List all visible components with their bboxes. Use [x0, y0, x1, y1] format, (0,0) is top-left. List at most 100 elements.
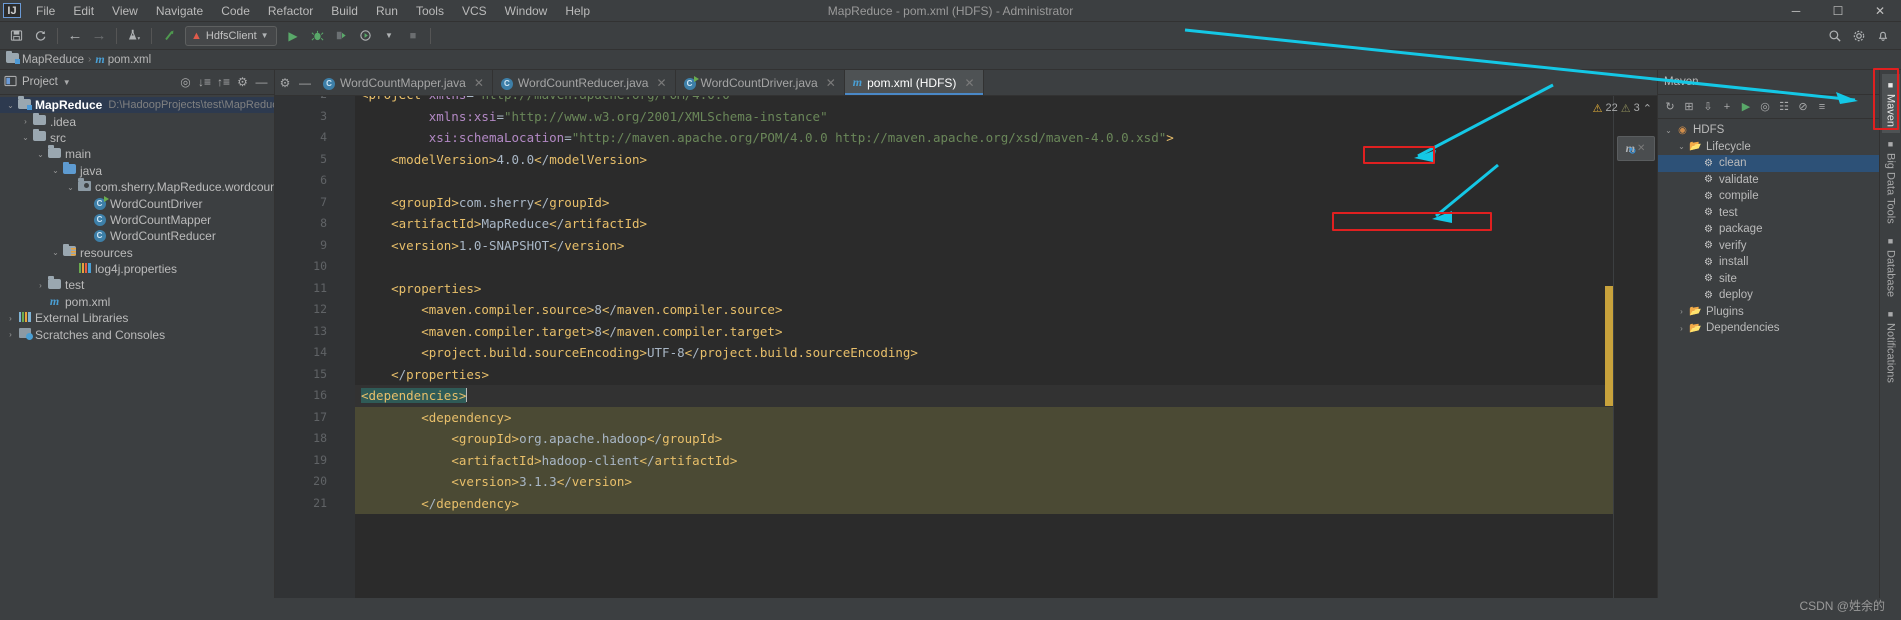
maven-node-test[interactable]: ⚙ test: [1658, 205, 1879, 222]
update-project-icon[interactable]: [158, 25, 180, 47]
chevron-down-icon-profiler[interactable]: ▼: [378, 25, 400, 47]
gutter-line-5[interactable]: 5: [275, 149, 333, 171]
code-line-13[interactable]: <maven.compiler.target>8</maven.compiler…: [355, 321, 1613, 343]
code-line-15[interactable]: </properties>: [355, 364, 1613, 386]
code-line-9[interactable]: <version>1.0-SNAPSHOT</version>: [355, 235, 1613, 257]
run-icon[interactable]: ▶: [1737, 98, 1755, 116]
settings-icon-tabs[interactable]: ⚙: [275, 70, 295, 95]
tool-window-tab-database[interactable]: ■ Database: [1882, 230, 1900, 303]
navigate-forward-icon[interactable]: →: [88, 25, 110, 47]
close-icon-maven-notification[interactable]: ✕: [1637, 143, 1645, 154]
save-all-icon[interactable]: [5, 25, 27, 47]
gutter-line-2[interactable]: 2: [275, 96, 333, 106]
code-line-3[interactable]: xmlns:xsi="http://www.w3.org/2001/XMLSch…: [355, 106, 1613, 128]
gutter-line-18[interactable]: 18: [275, 428, 333, 450]
maven-node-package[interactable]: ⚙ package: [1658, 221, 1879, 238]
code-line-5[interactable]: <modelVersion>4.0.0</modelVersion>: [355, 149, 1613, 171]
editor-tab-wordcountreducer-java[interactable]: C WordCountReducer.java ✕: [493, 70, 676, 95]
code-line-11[interactable]: <properties>: [355, 278, 1613, 300]
maven-node-plugins[interactable]: › 📂 Plugins: [1658, 304, 1879, 321]
project-tree-node-mapreduce[interactable]: ⌄ MapReduce D:\HadoopProjects\test\MapRedu…: [0, 96, 274, 114]
search-icon[interactable]: [1824, 25, 1846, 47]
window-controls[interactable]: ─ ☐ ✕: [1775, 0, 1901, 22]
code-line-16[interactable]: <dependencies>: [355, 385, 1613, 407]
menu-edit[interactable]: Edit: [64, 2, 103, 20]
project-tree-node-wordcountmapper[interactable]: C WordCountMapper: [0, 212, 274, 228]
maven-reload-notification[interactable]: m ↻ ✕: [1616, 136, 1655, 161]
sync-icon[interactable]: [29, 25, 51, 47]
editor-tab-wordcountmapper-java[interactable]: C WordCountMapper.java ✕: [315, 70, 493, 95]
tree-toggle-arrow[interactable]: ⌄: [19, 133, 32, 142]
settings-icon[interactable]: ⚙: [234, 74, 251, 91]
maven-node-install[interactable]: ⚙ install: [1658, 254, 1879, 271]
code-line-4[interactable]: xsi:schemaLocation="http://maven.apache.…: [355, 127, 1613, 149]
code-line-20[interactable]: <version>3.1.3</version>: [355, 471, 1613, 493]
debug-icon[interactable]: [306, 25, 328, 47]
maven-node-compile[interactable]: ⚙ compile: [1658, 188, 1879, 205]
project-tree-node-pom-xml[interactable]: m pom.xml: [0, 294, 274, 310]
editor-tabs[interactable]: C WordCountMapper.java ✕ C WordCountReducer.…: [315, 70, 984, 95]
maven-node-validate[interactable]: ⚙ validate: [1658, 172, 1879, 189]
chevron-down-icon[interactable]: ▼: [261, 31, 269, 40]
maven-node-dependencies[interactable]: › 📂 Dependencies: [1658, 320, 1879, 337]
user-icon[interactable]: [123, 25, 145, 47]
breadcrumb-project[interactable]: MapReduce: [2, 50, 88, 66]
gutter-line-3[interactable]: 3: [275, 106, 333, 128]
gutter-line-19[interactable]: 19: [275, 450, 333, 472]
close-icon-tab[interactable]: ✕: [656, 76, 666, 90]
menu-help[interactable]: Help: [556, 2, 599, 20]
gutter-line-4[interactable]: 4−: [275, 127, 349, 149]
code-content[interactable]: <project xmlns="http://maven.apache.org/…: [355, 96, 1613, 620]
add-icon[interactable]: +: [1718, 98, 1736, 116]
execute-goal-icon[interactable]: ☷: [1775, 98, 1793, 116]
tree-toggle-arrow[interactable]: ⌄: [49, 166, 62, 175]
menu-refactor[interactable]: Refactor: [259, 2, 322, 20]
tree-toggle-arrow[interactable]: ⌄: [4, 101, 17, 110]
maven-reload-icon[interactable]: m ↻: [1626, 141, 1637, 156]
menu-navigate[interactable]: Navigate: [147, 2, 212, 20]
gutter-line-16[interactable]: 16−💡: [275, 385, 366, 407]
gutter-line-13[interactable]: 13: [275, 321, 333, 343]
gutter-line-6[interactable]: 6: [275, 170, 333, 192]
close-icon-tab[interactable]: ✕: [964, 76, 974, 90]
right-tool-window-bar[interactable]: ■ Maven ■ Big Data Tools ■ Database ■ Notificat…: [1879, 70, 1901, 620]
close-button[interactable]: ✕: [1859, 0, 1901, 22]
project-tree-node-wordcountreducer[interactable]: C WordCountReducer: [0, 228, 274, 244]
code-line-18[interactable]: <groupId>org.apache.hadoop</groupId>: [355, 428, 1613, 450]
add-maven-project-icon[interactable]: ⊞: [1680, 98, 1698, 116]
coverage-icon[interactable]: [330, 25, 352, 47]
hide-icon[interactable]: —: [253, 74, 270, 91]
maven-node-deploy[interactable]: ⚙ deploy: [1658, 287, 1879, 304]
tree-toggle-arrow[interactable]: ⌄: [64, 183, 77, 192]
tree-toggle-arrow[interactable]: ›: [34, 281, 47, 290]
code-line-7[interactable]: <groupId>com.sherry</groupId>: [355, 192, 1613, 214]
code-line-14[interactable]: <project.build.sourceEncoding>UTF-8</pro…: [355, 342, 1613, 364]
project-tree-node-external-libraries[interactable]: › External Libraries: [0, 310, 274, 326]
stop-button[interactable]: ■: [402, 25, 424, 47]
code-line-12[interactable]: <maven.compiler.source>8</maven.compiler…: [355, 299, 1613, 321]
tree-toggle-arrow[interactable]: ›: [1675, 324, 1688, 333]
code-line-2[interactable]: <project xmlns="http://maven.apache.org/…: [355, 96, 1613, 106]
gutter-line-9[interactable]: 9: [275, 235, 333, 257]
project-tree-node-com-sherry-mapreduce-wordcount[interactable]: ⌄ com.sherry.MapReduce.wordcount: [0, 178, 274, 195]
tree-toggle-arrow[interactable]: ⌄: [1675, 142, 1688, 151]
notifications-icon[interactable]: [1872, 25, 1894, 47]
code-line-17[interactable]: <dependency>: [355, 406, 1613, 428]
tree-toggle-arrow[interactable]: ›: [4, 330, 17, 339]
gutter-line-17[interactable]: 17−: [275, 407, 349, 429]
tree-toggle-arrow[interactable]: ›: [1675, 307, 1688, 316]
gutter-line-11[interactable]: 11−: [275, 278, 349, 300]
tree-toggle-arrow[interactable]: ›: [19, 117, 32, 126]
editor-gutter[interactable]: 2 3 4− 5 6 7 8 9 10 11− 12 13 14 15−16−💡17− 18 19 20 21: [275, 96, 366, 620]
project-tree-node-src[interactable]: ⌄ src: [0, 128, 274, 146]
profiler-icon[interactable]: [354, 25, 376, 47]
close-icon-tab[interactable]: ✕: [474, 76, 484, 90]
menu-code[interactable]: Code: [212, 2, 259, 20]
collapse-all-icon[interactable]: ↑≡: [215, 74, 232, 91]
menu-build[interactable]: Build: [322, 2, 367, 20]
gutter-line-14[interactable]: 14: [275, 342, 333, 364]
gear-icon[interactable]: [1848, 25, 1870, 47]
maven-node-lifecycle[interactable]: ⌄ 📂 Lifecycle: [1658, 139, 1879, 156]
download-sources-icon[interactable]: ⇩: [1699, 98, 1717, 116]
gutter-line-7[interactable]: 7: [275, 192, 333, 214]
